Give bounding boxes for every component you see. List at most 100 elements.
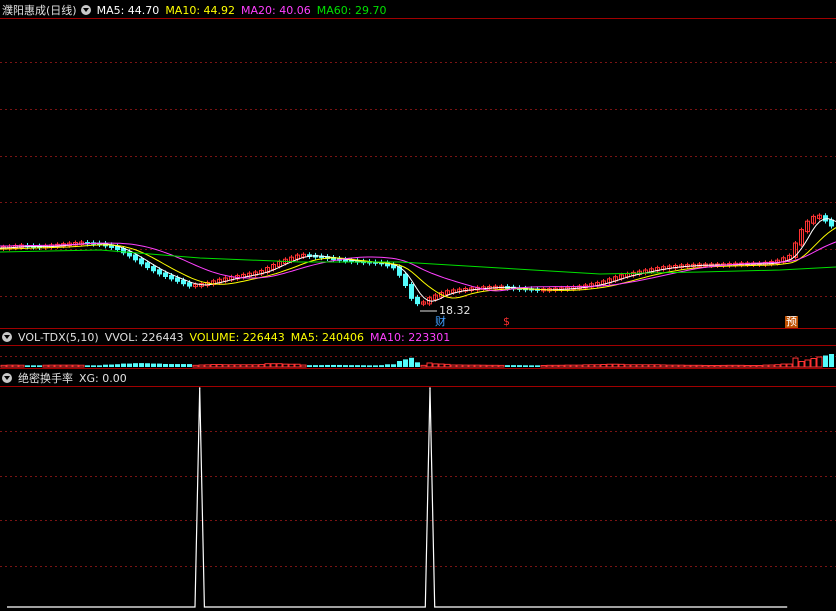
ma10-readout: MA10: 44.92 [165, 3, 236, 17]
xg-readout: XG: 0.00 [79, 371, 127, 385]
volume-bar [31, 365, 36, 367]
volume-bar [594, 364, 601, 368]
candle-body [133, 254, 138, 261]
volume-bar [319, 365, 324, 367]
volume-bar [810, 358, 817, 368]
volume-bar [750, 365, 757, 368]
volume-bar [642, 364, 649, 368]
volume-bar [636, 364, 643, 368]
volume-bar [145, 363, 150, 367]
volume-bar [823, 355, 828, 367]
ma5-readout: MA5: 44.70 [96, 3, 160, 17]
volume-bar [325, 364, 330, 367]
volume-bar [432, 363, 439, 368]
volume-bar [103, 364, 108, 367]
volume-bar [37, 365, 42, 367]
volume-panel-header: VOL-TDX(5,10) VVOL: 226443 VOLUME: 22644… [0, 329, 456, 345]
volume-bar [133, 363, 138, 367]
volume-bar [385, 364, 390, 367]
signal-series [7, 387, 788, 608]
volume-bar [780, 363, 787, 368]
volume-bar [300, 364, 307, 368]
candle-body [415, 296, 420, 305]
volume-bar [690, 364, 697, 368]
volume-bar [672, 364, 679, 368]
volume-bar [12, 364, 19, 368]
volume-bar [288, 363, 295, 368]
candle-body [403, 273, 408, 286]
volume-bar [630, 364, 637, 368]
volume-bar [361, 365, 366, 367]
volume-bar [264, 363, 271, 368]
volume-bar [798, 361, 805, 368]
volume-bar [276, 363, 283, 368]
volume-bar [391, 364, 396, 367]
candle-body [409, 284, 414, 299]
volume-bar [618, 363, 625, 368]
volume-bar [480, 364, 487, 368]
volume-bar [744, 365, 751, 368]
event-marker-forecast[interactable]: 预 [785, 316, 798, 328]
volume-bar [127, 363, 132, 367]
dropdown-arrow-icon[interactable] [2, 373, 12, 383]
volume-bar [474, 364, 481, 368]
ma20-readout: MA20: 40.06 [241, 3, 311, 17]
volume-bar [624, 364, 631, 368]
volume-bar [726, 364, 733, 368]
volume-bar [355, 365, 360, 367]
ma5-line [0, 218, 836, 302]
event-marker-finance[interactable]: 财 [434, 316, 447, 328]
volume-bar [505, 365, 510, 367]
volume-bar [307, 365, 312, 367]
candle-body [151, 266, 156, 272]
volume-bar [42, 364, 49, 368]
volume-panel-title: VOL-TDX(5,10) [18, 330, 99, 344]
grid-lines [0, 18, 836, 567]
volume-bar [462, 364, 469, 368]
volume-bar [708, 365, 715, 368]
vol-ma5-readout: MA5: 240406 [290, 330, 365, 344]
volume-bar [600, 364, 607, 368]
volume-bar [349, 365, 354, 367]
volume-bar [696, 364, 703, 368]
dropdown-arrow-icon[interactable] [2, 332, 12, 342]
volume-bar [367, 365, 372, 367]
volume-bar [6, 364, 13, 368]
volume-bars [0, 354, 834, 368]
volume-bar [343, 365, 348, 367]
event-marker-dividend[interactable]: $ [502, 316, 511, 328]
candle-body [139, 258, 144, 265]
volume-bar [403, 359, 408, 367]
candle-body [163, 272, 168, 277]
volume-bar [0, 364, 7, 368]
chart-canvas [0, 18, 836, 608]
volume-bar [415, 362, 420, 367]
volume-bar [216, 364, 223, 368]
volume-bar [258, 364, 265, 368]
ma60-line [0, 249, 836, 275]
volume-bar [762, 364, 769, 368]
volume-bar [564, 364, 571, 368]
volume-bar [511, 365, 516, 367]
volume-bar [379, 365, 384, 367]
volume-bar [540, 365, 547, 368]
volume-bar [151, 363, 156, 367]
moving-average-lines [0, 218, 836, 302]
volume-bar [48, 364, 55, 368]
signal-panel-header: 绝密换手率 XG: 0.00 [0, 370, 133, 386]
volume-bar [157, 363, 162, 367]
volume-bar [54, 364, 61, 368]
volume-bar [552, 364, 559, 368]
volume-bar [816, 356, 823, 368]
main-panel-title: 濮阳惠成(日线) [2, 4, 77, 17]
volume-bar [169, 364, 174, 367]
dropdown-arrow-icon[interactable] [80, 5, 91, 15]
volume-bar [438, 363, 445, 368]
candle-body [145, 262, 150, 269]
volume-bar [523, 365, 528, 367]
xg-signal-line [7, 387, 788, 608]
vvol-readout: VVOL: 226443 [104, 330, 184, 344]
xg-signal-peak [198, 387, 201, 389]
volume-readout: VOLUME: 226443 [189, 330, 285, 344]
volume-bar [204, 364, 211, 368]
